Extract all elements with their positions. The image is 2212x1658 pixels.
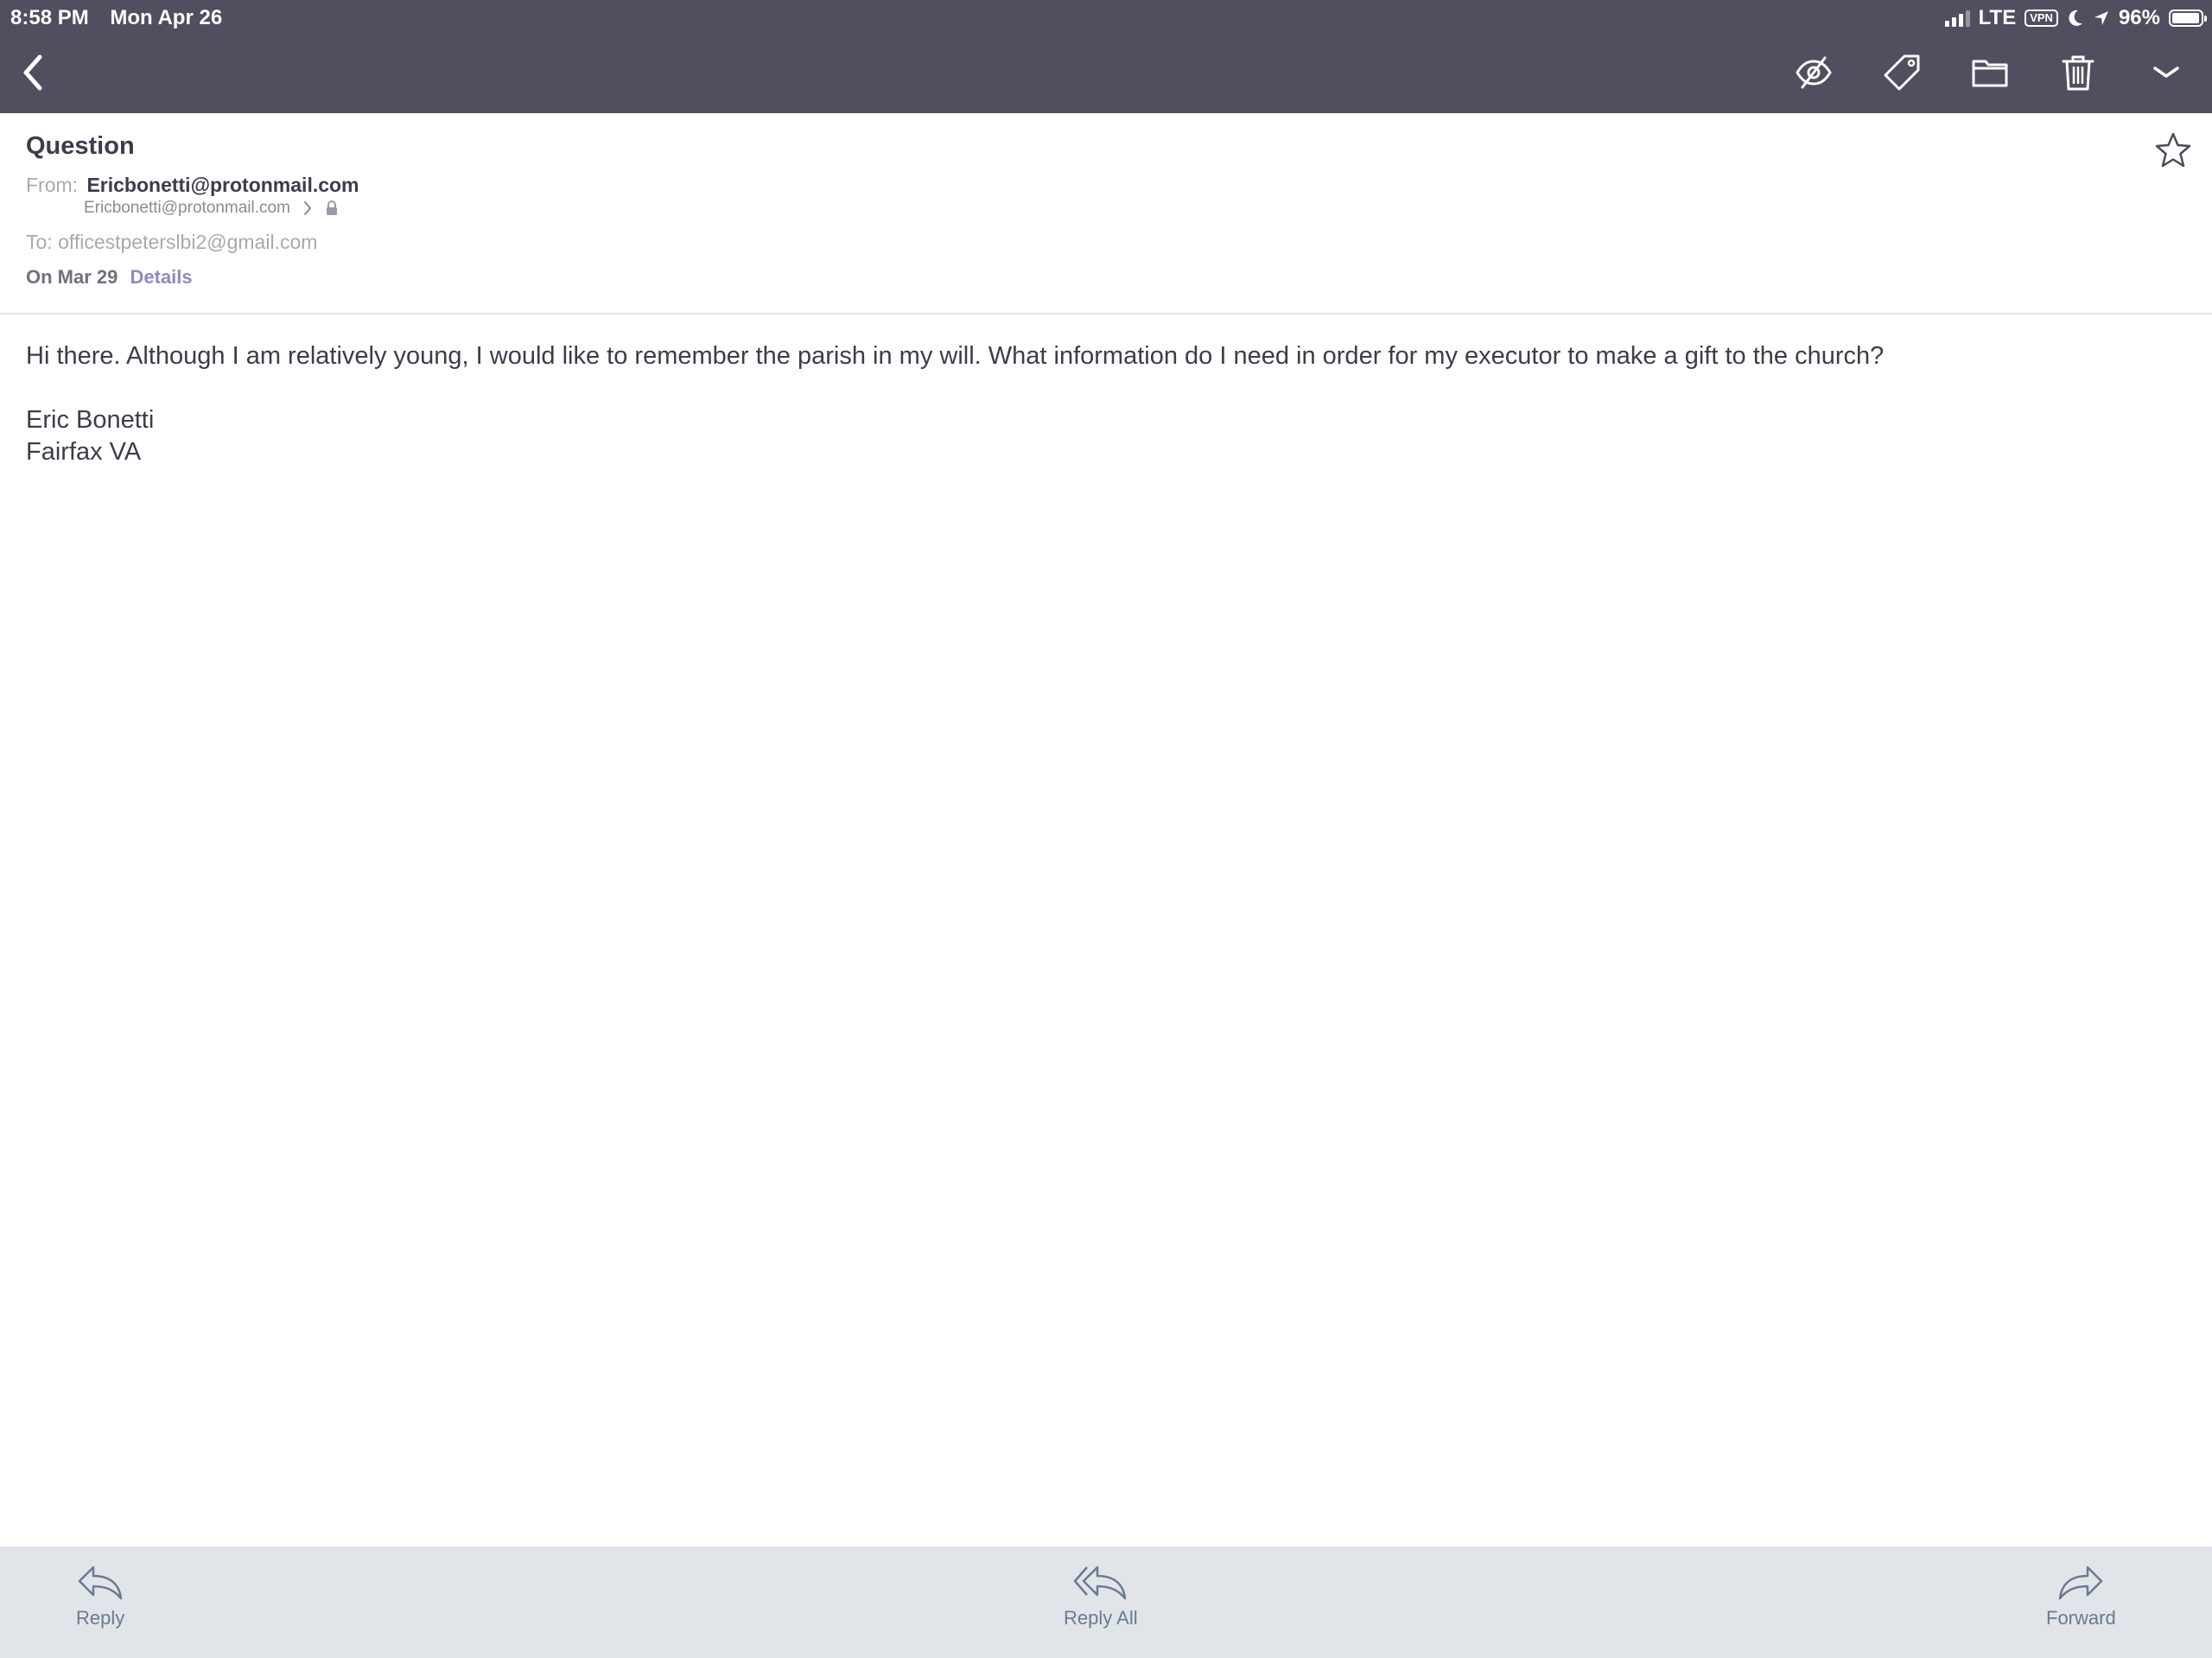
trash-icon (2062, 55, 2094, 91)
signature-location: Fairfax VA (26, 438, 142, 466)
chevron-left-icon (23, 54, 42, 91)
signal-icon (1944, 10, 1970, 27)
star-icon (2155, 132, 2191, 168)
message-date: On Mar 29 (26, 266, 118, 288)
trash-button[interactable] (2058, 53, 2098, 92)
reply-label: Reply (76, 1607, 125, 1629)
status-bar-right: LTE VPN 96% (1944, 3, 2207, 33)
nav-actions (1794, 48, 2186, 97)
sender-address: Ericbonetti@protonmail.com (84, 199, 290, 217)
move-folder-button[interactable] (1970, 53, 2010, 92)
mark-unread-button[interactable] (1794, 53, 1834, 92)
message-body: Hi there. Although I am relatively young… (26, 340, 2186, 468)
forward-button[interactable]: Forward (2046, 1562, 2116, 1629)
recipient-line: To: officestpeterslbi2@gmail.com (26, 231, 318, 253)
battery-percent: 96% (2118, 6, 2160, 29)
battery-fill (2172, 13, 2199, 23)
forward-label: Forward (2046, 1607, 2116, 1629)
message-subject: Question (26, 132, 135, 160)
folder-icon (1972, 60, 2008, 87)
location-arrow-icon (2094, 11, 2108, 25)
reply-all-button[interactable]: Reply All (1064, 1562, 1138, 1629)
sender-address-row[interactable]: Ericbonetti@protonmail.com (84, 199, 339, 218)
eye-slash-icon (1796, 56, 1832, 89)
top-bar: 8:58 PM Mon Apr 26 LTE VPN 96% (0, 0, 2212, 113)
more-button[interactable] (2146, 53, 2186, 92)
bottom-toolbar: Reply Reply All Forward (0, 1547, 2212, 1658)
network-type: LTE (1978, 6, 2017, 29)
vpn-badge: VPN (2024, 10, 2058, 27)
label-button[interactable] (1882, 53, 1922, 92)
lock-icon (326, 200, 337, 215)
status-bar-left: 8:58 PM Mon Apr 26 (10, 3, 222, 33)
from-label: From: (26, 174, 79, 196)
sender-name[interactable]: Ericbonetti@protonmail.com (86, 174, 359, 196)
back-button[interactable] (16, 48, 50, 97)
chevron-down-icon (2153, 67, 2179, 78)
reply-all-label: Reply All (1064, 1607, 1138, 1629)
tag-icon (1884, 54, 1920, 91)
chevron-right-icon (303, 201, 312, 215)
status-date: Mon Apr 26 (110, 6, 223, 29)
from-row: From: Ericbonetti@protonmail.com (26, 174, 359, 197)
reply-all-icon (1073, 1566, 1127, 1600)
moon-icon (2069, 10, 2082, 26)
reply-icon (78, 1566, 123, 1600)
status-time: 8:58 PM (10, 6, 89, 29)
date-row: On Mar 29 Details (26, 266, 193, 289)
forward-icon (2059, 1566, 2103, 1600)
battery-icon (2169, 10, 2207, 27)
signature-name: Eric Bonetti (26, 406, 155, 434)
reply-button[interactable]: Reply (76, 1562, 124, 1629)
details-link[interactable]: Details (130, 266, 193, 288)
star-button[interactable] (2153, 130, 2193, 170)
body-text: Hi there. Although I am relatively young… (26, 342, 1885, 370)
message-header: Question From: Ericbonetti@protonmail.co… (0, 113, 2212, 314)
